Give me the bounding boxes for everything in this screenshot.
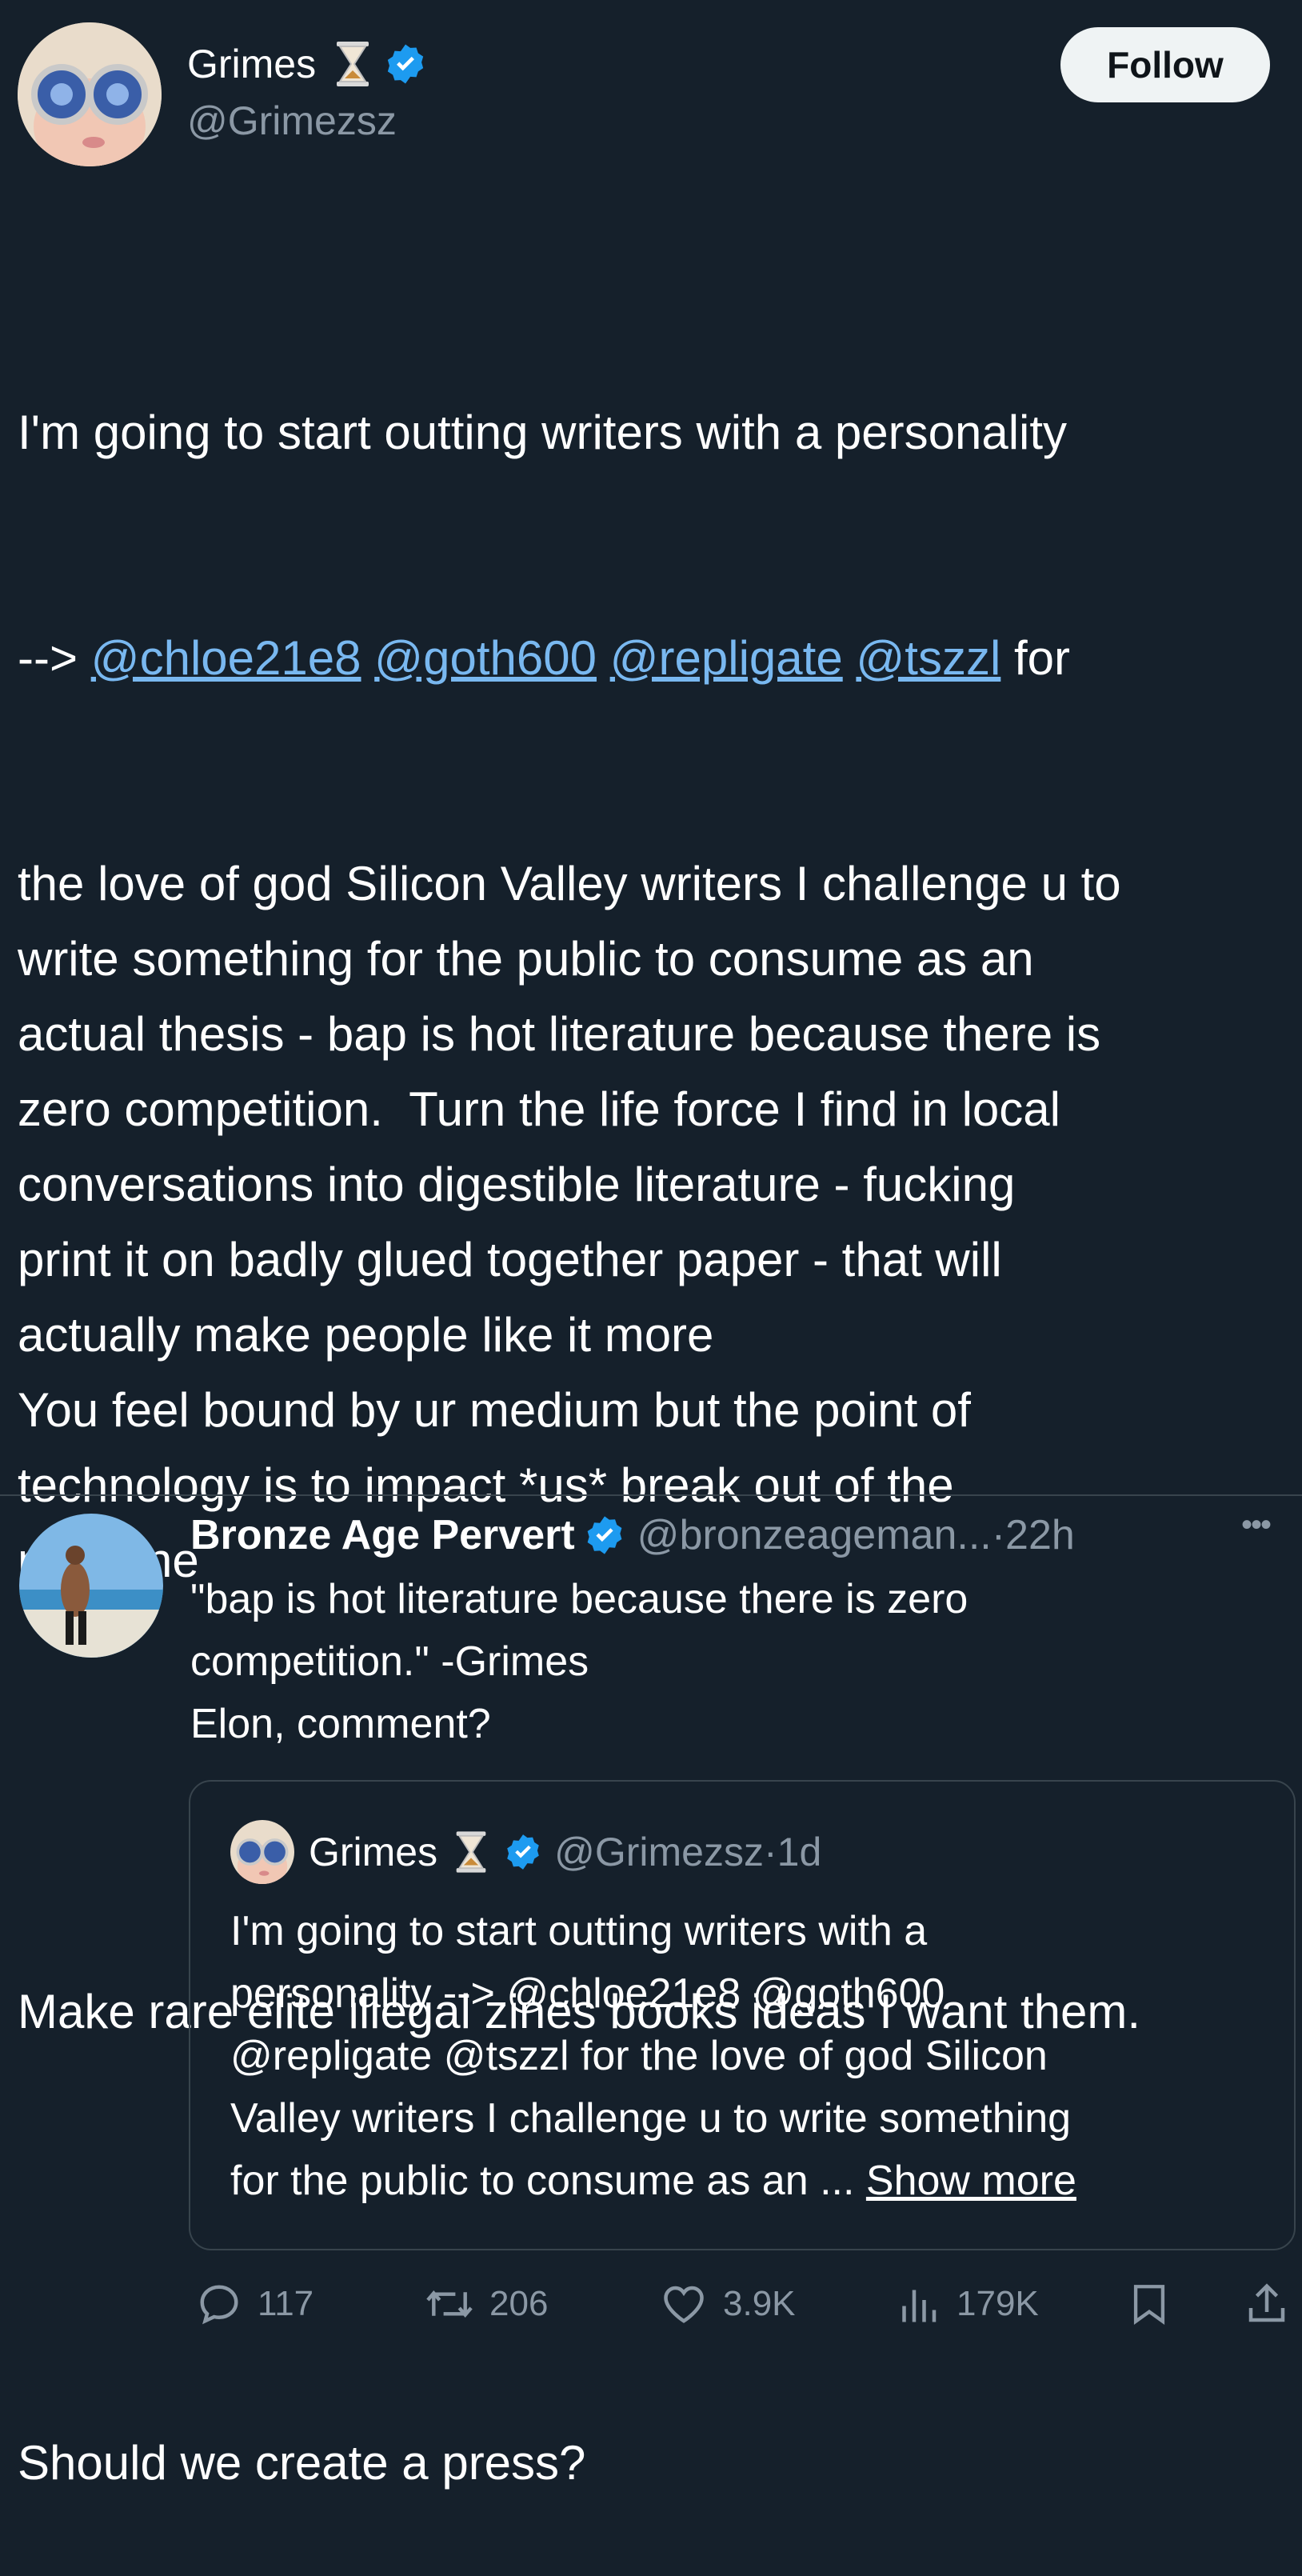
reply-author-avatar[interactable] bbox=[19, 1514, 163, 1658]
verified-badge-icon bbox=[387, 44, 424, 84]
quoted-author-handle: @Grimezsz bbox=[554, 1830, 764, 1874]
verified-badge-icon bbox=[507, 1834, 539, 1870]
retweet-icon bbox=[426, 2290, 473, 2318]
reply-avatar-image bbox=[19, 1514, 163, 1658]
mention-link-4[interactable]: @tszzl bbox=[856, 631, 1000, 685]
like-count: 3.9K bbox=[723, 2284, 796, 2323]
divider bbox=[0, 1494, 1302, 1496]
reply-action[interactable]: 117 bbox=[195, 2274, 314, 2334]
quoted-line3: @repligate @tszzl for the love of god Si… bbox=[230, 2033, 1048, 2079]
like-action[interactable]: 3.9K bbox=[659, 2274, 796, 2334]
quoted-time: ·1d bbox=[763, 1830, 822, 1874]
avatar-image bbox=[18, 22, 162, 166]
mention-link-1[interactable]: @chloe21e8 bbox=[91, 631, 361, 685]
views-count: 179K bbox=[957, 2284, 1039, 2323]
heart-icon bbox=[664, 2286, 704, 2323]
reply-time[interactable]: ·22h bbox=[992, 1511, 1075, 1559]
tweet-text-para3: Should we create a press? bbox=[18, 2436, 586, 2490]
tweet-text-mentions-line: --> @chloe21e8 @goth600 @repligate @tszz… bbox=[18, 621, 1297, 696]
quoted-author-avatar bbox=[230, 1820, 294, 1884]
author-avatar[interactable] bbox=[18, 22, 162, 166]
follow-button[interactable]: Follow bbox=[1060, 27, 1270, 102]
mention-link-2[interactable]: @goth600 bbox=[374, 631, 597, 685]
arrow-text: --> bbox=[18, 631, 91, 685]
text-after-mentions: for bbox=[1000, 631, 1071, 685]
quoted-line4: Valley writers I challenge u to write so… bbox=[230, 2095, 1072, 2142]
quoted-avatar-image bbox=[230, 1820, 294, 1884]
reply-text-line1: "bap is hot literature because there is … bbox=[190, 1576, 969, 1622]
views-chart-icon bbox=[902, 2290, 937, 2322]
author-handle[interactable]: @Grimezsz bbox=[187, 98, 397, 144]
more-options-icon[interactable]: ••• bbox=[1241, 1507, 1272, 1543]
quoted-tweet-header: Grimes @Grimezsz ·1d bbox=[230, 1820, 821, 1884]
quoted-tweet-card[interactable]: Grimes @Grimezsz ·1d I'm going to start … bbox=[189, 1780, 1296, 2250]
show-more-link[interactable]: Show more bbox=[866, 2158, 1076, 2204]
reply-author-name[interactable]: Bronze Age Pervert bbox=[190, 1511, 575, 1559]
share-action[interactable] bbox=[1243, 2274, 1291, 2334]
tweet-text-body: the love of god Silicon Valley writers I… bbox=[18, 857, 1121, 1587]
quoted-line1: I'm going to start outting writers with … bbox=[230, 1908, 928, 1954]
bookmark-icon bbox=[1133, 2285, 1165, 2325]
reply-icon bbox=[200, 2285, 238, 2325]
mention-link-3[interactable]: @repligate bbox=[610, 631, 843, 685]
views-action[interactable]: 179K bbox=[894, 2274, 1039, 2334]
tweet-text-line1: I'm going to start outting writers with … bbox=[18, 406, 1068, 459]
verified-badge-icon bbox=[587, 1516, 622, 1554]
reply-text: "bap is hot literature because there is … bbox=[190, 1568, 1294, 1755]
reply-text-line3: Elon, comment? bbox=[190, 1701, 491, 1747]
hourglass-icon bbox=[337, 42, 369, 86]
reply-count: 117 bbox=[258, 2284, 314, 2323]
author-name[interactable]: Grimes bbox=[187, 41, 316, 87]
author-name-row: Grimes bbox=[187, 38, 428, 90]
quoted-line5-row: for the public to consume as an ... Show… bbox=[230, 2150, 1286, 2212]
hourglass-icon bbox=[456, 1831, 486, 1873]
quoted-line2: personality --> @chloe21e8 @goth600 bbox=[230, 1970, 945, 2017]
quoted-line5: for the public to consume as an ... bbox=[230, 2158, 866, 2204]
retweet-count: 206 bbox=[489, 2284, 549, 2323]
quoted-tweet-text: I'm going to start outting writers with … bbox=[230, 1900, 1286, 2212]
reply-text-line2: competition." -Grimes bbox=[190, 1638, 589, 1685]
quoted-author-name: Grimes bbox=[309, 1830, 438, 1874]
bookmark-action[interactable] bbox=[1126, 2274, 1172, 2334]
share-icon bbox=[1248, 2283, 1285, 2322]
retweet-action[interactable]: 206 bbox=[424, 2274, 548, 2334]
reply-header: Bronze Age Pervert @bronzeageman... ·22h bbox=[190, 1507, 1075, 1563]
reply-author-handle[interactable]: @bronzeageman... bbox=[637, 1511, 992, 1559]
